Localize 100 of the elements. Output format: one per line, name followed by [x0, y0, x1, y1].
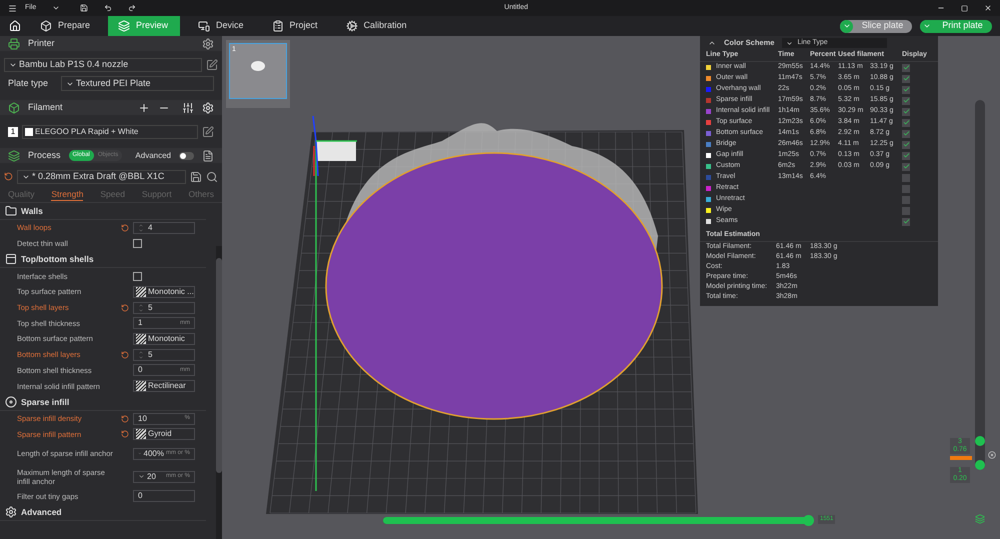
upper-thumb[interactable]: [975, 436, 985, 446]
reset-icon[interactable]: [121, 224, 129, 232]
display-checkbox[interactable]: [902, 108, 910, 116]
up-icon: [138, 302, 144, 308]
layers-icon: [118, 20, 130, 32]
pattern-dropdown[interactable]: Rectilinear: [133, 380, 195, 392]
nav-tab[interactable]: Project: [262, 16, 328, 36]
field-value: Rectilinear: [148, 380, 186, 392]
pattern-icon: [136, 286, 146, 297]
down-icon: [138, 308, 144, 313]
up-icon: [138, 222, 144, 228]
undo-icon[interactable]: [104, 4, 112, 12]
down-icon: [138, 354, 144, 360]
input-field[interactable]: 0: [133, 490, 195, 502]
checkbox[interactable]: [133, 272, 142, 281]
nav-tab[interactable]: Device: [188, 16, 254, 36]
field-value: 0: [138, 490, 142, 502]
redo-icon[interactable]: [128, 4, 136, 12]
collapse-icon[interactable]: [708, 39, 716, 47]
field-value: 10: [138, 412, 147, 425]
infill-icon: [5, 396, 17, 408]
caret-icon: [922, 22, 930, 30]
close-icon[interactable]: [984, 4, 992, 12]
section-title: Process: [28, 148, 61, 162]
printer-dropdown[interactable]: Bambu Lab P1S 0.4 nozzle: [4, 58, 202, 72]
cog-icon: [346, 20, 358, 32]
display-checkbox[interactable]: [902, 152, 910, 160]
display-checkbox[interactable]: [902, 218, 910, 226]
caret-icon[interactable]: [52, 4, 60, 12]
filament-index: 1: [8, 127, 18, 137]
reset-icon[interactable]: [121, 430, 129, 438]
field-value: 1: [138, 317, 142, 330]
display-checkbox[interactable]: [902, 162, 910, 170]
nav-tab[interactable]: Prepare: [30, 16, 100, 36]
nav-tab[interactable]: Calibration: [336, 16, 417, 36]
pattern-dropdown[interactable]: Monotonic: [133, 332, 195, 345]
pattern-icon: [136, 381, 146, 392]
add-icon[interactable]: [138, 102, 150, 114]
settings-tab[interactable]: Strength: [51, 188, 84, 202]
field-value: Monotonic: [148, 332, 185, 345]
device-icon: [198, 20, 210, 32]
display-checkbox[interactable]: [902, 196, 910, 204]
save-icon[interactable]: [190, 170, 202, 182]
field-value: 0: [138, 364, 142, 376]
display-checkbox[interactable]: [902, 140, 910, 148]
field-value: 400%: [144, 448, 164, 460]
display-checkbox[interactable]: [902, 206, 910, 214]
display-checkbox[interactable]: [902, 118, 910, 126]
scrollbar[interactable]: [216, 246, 222, 539]
advanced-toggle[interactable]: [179, 152, 194, 160]
toggle-label: Advanced: [135, 150, 171, 162]
spin-field[interactable]: 5: [133, 348, 195, 361]
spin-field[interactable]: 5: [133, 302, 195, 314]
field-value: 5: [148, 348, 152, 361]
pattern-dropdown[interactable]: Monotonic ...: [133, 286, 195, 298]
edit-icon[interactable]: [202, 126, 214, 138]
home-icon[interactable]: [9, 20, 21, 32]
reset-icon[interactable]: [121, 414, 129, 423]
maximize-icon[interactable]: [961, 4, 968, 12]
up-icon: [138, 350, 144, 355]
marker-tag: [950, 456, 972, 460]
caret-icon: [842, 22, 850, 30]
field-value: Monotonic ...: [148, 286, 194, 298]
display-checkbox[interactable]: [902, 64, 910, 72]
pattern-icon: [136, 429, 146, 440]
shells-icon: [5, 253, 17, 266]
display-checkbox[interactable]: [902, 184, 910, 192]
model-thumbnail-icon: [251, 61, 265, 71]
down-icon: [138, 228, 144, 233]
search-icon[interactable]: [206, 170, 218, 182]
pattern-dropdown[interactable]: Gyroid: [133, 428, 195, 440]
caret-icon: [786, 40, 794, 46]
move-thumb[interactable]: [802, 515, 814, 526]
folder-icon: [5, 205, 17, 217]
field-value: 20: [147, 470, 156, 483]
layers-icon: [8, 150, 20, 162]
layers-icon[interactable]: [975, 514, 985, 524]
reset-icon[interactable]: [121, 350, 129, 359]
field-value: 5: [148, 302, 152, 314]
menu-icon[interactable]: [8, 4, 17, 12]
filament-dropdown[interactable]: ELEGOO PLA Rapid + White: [22, 125, 198, 139]
reset-icon[interactable]: [121, 304, 129, 312]
edit-icon[interactable]: [206, 58, 218, 70]
display-checkbox[interactable]: [902, 96, 910, 104]
caret-icon: [138, 473, 145, 480]
lower-thumb[interactable]: [975, 460, 985, 470]
field-label: Plate type: [8, 76, 50, 90]
display-checkbox[interactable]: [902, 130, 910, 138]
display-checkbox[interactable]: [902, 174, 910, 182]
process-dropdown[interactable]: * 0.28mm Extra Draft @BBL X1C: [17, 170, 186, 184]
plate-dropdown[interactable]: Textured PEI Plate: [61, 76, 214, 91]
field-value: Gyroid: [148, 428, 172, 440]
display-checkbox[interactable]: [902, 74, 910, 82]
reset-icon[interactable]: [4, 172, 13, 181]
display-checkbox[interactable]: [902, 86, 910, 94]
spin-field[interactable]: 4: [133, 222, 195, 234]
checkbox[interactable]: [133, 239, 142, 248]
layer-slider-track[interactable]: [975, 100, 985, 470]
section-title: Filament: [28, 100, 63, 114]
settings-icon[interactable]: [202, 38, 214, 50]
